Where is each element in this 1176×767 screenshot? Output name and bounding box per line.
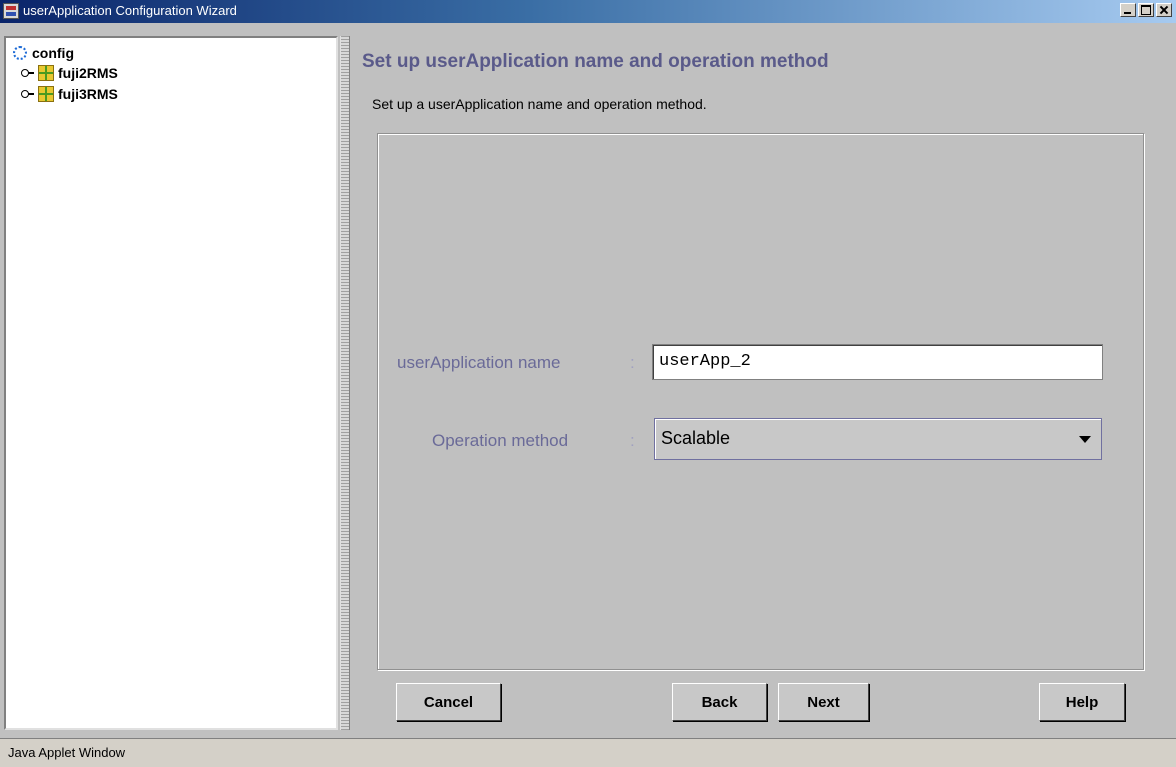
tree-node-label: fuji3RMS xyxy=(58,86,118,102)
tree-node-label: fuji2RMS xyxy=(58,65,118,81)
window-title: userApplication Configuration Wizard xyxy=(23,3,237,18)
expand-icon[interactable] xyxy=(20,66,34,80)
maximize-button[interactable] xyxy=(1138,3,1154,17)
method-field-label: Operation method xyxy=(432,431,569,450)
status-bar: Java Applet Window xyxy=(0,738,1176,767)
tree-panel[interactable]: config fuji2RMS fuji3RMS xyxy=(4,36,338,730)
tree-root-config[interactable]: config xyxy=(12,45,74,61)
node-icon xyxy=(38,65,54,81)
java-app-icon[interactable] xyxy=(3,3,19,19)
config-icon xyxy=(12,45,28,61)
expand-icon[interactable] xyxy=(20,87,34,101)
chevron-down-icon[interactable] xyxy=(1079,436,1091,443)
operation-method-select[interactable]: Scalable xyxy=(654,418,1102,460)
operation-method-value: Scalable xyxy=(661,428,731,448)
minimize-button[interactable] xyxy=(1120,3,1136,17)
tree-node-fuji2rms[interactable]: fuji2RMS xyxy=(20,65,118,81)
next-button[interactable]: Next xyxy=(778,683,869,721)
split-pane-divider[interactable] xyxy=(340,36,350,730)
page-description: Set up a userApplication name and operat… xyxy=(372,96,707,112)
cancel-button[interactable]: Cancel xyxy=(396,683,501,721)
title-bar[interactable]: userApplication Configuration Wizard xyxy=(0,0,1176,23)
method-field-separator: : xyxy=(630,431,635,450)
userapplication-name-input[interactable]: userApp_2 xyxy=(652,344,1103,380)
name-field-separator: : xyxy=(630,353,635,372)
back-button[interactable]: Back xyxy=(672,683,767,721)
node-icon xyxy=(38,86,54,102)
help-button[interactable]: Help xyxy=(1039,683,1125,721)
window-controls xyxy=(1118,3,1172,17)
page-title: Set up userApplication name and operatio… xyxy=(362,51,829,72)
form-panel xyxy=(377,133,1144,670)
tree-node-fuji3rms[interactable]: fuji3RMS xyxy=(20,86,118,102)
tree-root-label: config xyxy=(32,45,74,61)
name-field-label: userApplication name xyxy=(397,353,561,372)
status-text: Java Applet Window xyxy=(8,745,126,760)
close-button[interactable] xyxy=(1156,3,1172,17)
